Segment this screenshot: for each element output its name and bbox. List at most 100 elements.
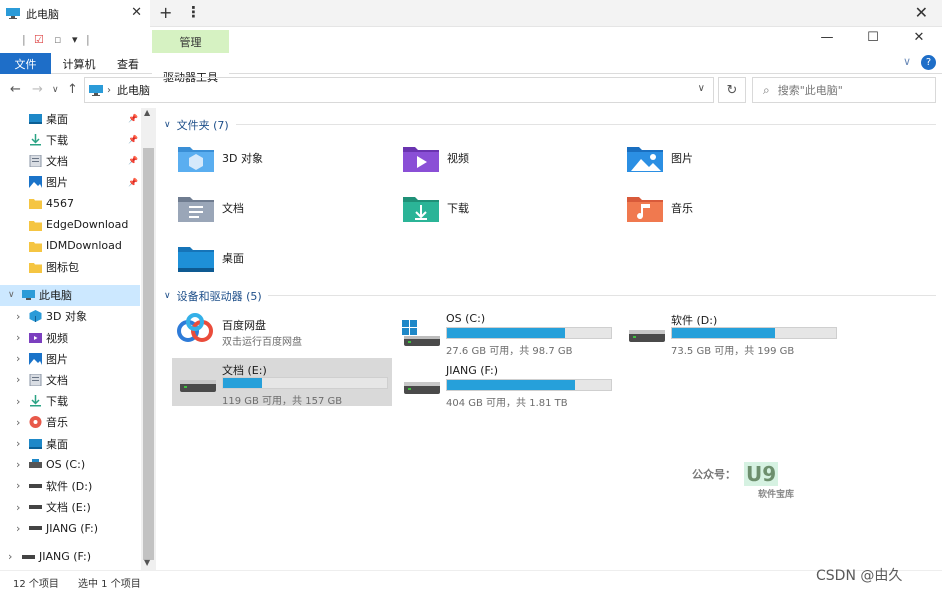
tab-this-pc[interactable]: 此电脑 ✕ (0, 0, 150, 27)
expand-chevron-icon[interactable]: › (16, 310, 20, 323)
folder-item-4[interactable]: 下载 (401, 188, 601, 228)
expand-ribbon-icon[interactable]: ∨ (903, 55, 911, 70)
documents-folder-icon (29, 373, 42, 386)
scroll-down-icon[interactable]: ▼ (144, 558, 150, 567)
address-dropdown-icon[interactable]: ∨ (698, 83, 705, 94)
folder-item-0[interactable]: 3D 对象 (176, 138, 376, 178)
recent-locations-button[interactable]: ∨ (52, 85, 59, 95)
nav-item-extra-drive[interactable]: › JIANG (F:) (0, 546, 140, 567)
nav-item-3[interactable]: 图片 📌 (0, 172, 140, 193)
devices-section-header[interactable]: ∨ 设备和驱动器 (5) (164, 288, 262, 304)
nav-item-label: 图标包 (46, 260, 79, 274)
desktop-folder-icon (29, 113, 42, 124)
folder-label: 下载 (447, 202, 469, 215)
nav-pc-child-1[interactable]: › 视频 (0, 327, 140, 348)
window-close-icon[interactable]: ✕ (915, 3, 928, 22)
expand-chevron-icon[interactable]: › (16, 373, 20, 386)
nav-item-2[interactable]: 文档 📌 (0, 150, 140, 171)
expand-chevron-icon[interactable]: ∨ (8, 290, 15, 300)
refresh-button[interactable]: ↻ (718, 77, 746, 103)
search-placeholder: 搜索"此电脑" (777, 84, 843, 97)
sidebar-scrollbar-thumb[interactable] (143, 148, 154, 560)
scroll-up-icon[interactable]: ▲ (144, 108, 150, 117)
baidu-netdisk-item[interactable]: 百度网盘 双击运行百度网盘 (172, 309, 392, 357)
drive-icon (29, 505, 42, 510)
folder-item-6[interactable]: 桌面 (176, 238, 376, 278)
expand-chevron-icon[interactable]: › (16, 331, 20, 344)
nav-item-7[interactable]: 图标包 (0, 256, 140, 277)
folder-item-1[interactable]: 视频 (401, 138, 601, 178)
3d-objects-icon (178, 147, 214, 172)
up-button[interactable]: ↑ (67, 82, 78, 97)
drive-item-2[interactable]: 文档 (E:) 119 GB 可用，共 157 GB (172, 358, 392, 407)
back-button[interactable]: ← (10, 82, 21, 97)
nav-pc-child-4[interactable]: › 下载 (0, 391, 140, 412)
drive-usage-fill (447, 380, 575, 390)
drive-icon (22, 554, 35, 559)
expand-chevron-icon[interactable]: › (16, 437, 20, 450)
3d-objects-icon (29, 310, 42, 323)
expand-chevron-icon[interactable]: › (8, 550, 12, 563)
expand-chevron-icon[interactable]: › (16, 458, 20, 471)
drive-item-0[interactable]: OS (C:) 27.6 GB 可用，共 98.7 GB (396, 308, 616, 357)
customize-toolbar-icon[interactable]: ▾ (72, 33, 78, 46)
new-tab-button[interactable]: + (159, 3, 172, 22)
nav-pc-child-6[interactable]: › 桌面 (0, 433, 140, 454)
new-folder-icon[interactable]: ▫ (54, 33, 61, 46)
expand-chevron-icon[interactable]: › (16, 416, 20, 429)
tab-view[interactable]: 查看 (110, 53, 146, 74)
nav-item-4[interactable]: 4567 (0, 193, 140, 214)
maximize-button[interactable]: ☐ (850, 30, 896, 52)
drive-icon-wrap (627, 320, 667, 353)
nav-item-this-pc[interactable]: ∨ 此电脑 (0, 284, 140, 306)
nav-item-5[interactable]: EdgeDownload (0, 214, 140, 235)
tab-computer[interactable]: 计算机 (56, 53, 102, 74)
drive-item-3[interactable]: JIANG (F:) 404 GB 可用，共 1.81 TB (396, 360, 616, 409)
nav-item-6[interactable]: IDMDownload (0, 235, 140, 256)
documents-folder-icon (29, 154, 42, 167)
tab-file[interactable]: 文件 (0, 53, 51, 74)
nav-pc-child-3[interactable]: › 文档 (0, 369, 140, 390)
folders-section-header[interactable]: ∨ 文件夹 (7) (164, 117, 229, 133)
drive-name: OS (C:) (446, 312, 486, 325)
drive-free-space: 404 GB 可用，共 1.81 TB (446, 398, 568, 409)
nav-pc-child-10[interactable]: › JIANG (F:) (0, 518, 140, 539)
address-bar[interactable]: › 此电脑 ∨ (84, 77, 714, 103)
tab-menu-icon[interactable]: ⋮ (186, 3, 201, 21)
drive-usage-bar (222, 377, 388, 389)
help-icon[interactable]: ? (921, 55, 936, 70)
nav-item-1[interactable]: 下载 📌 (0, 129, 140, 150)
minimize-button[interactable]: — (804, 30, 850, 52)
nav-item-0[interactable]: 桌面 📌 (0, 108, 140, 129)
pin-icon: 📌 (128, 177, 138, 187)
nav-pc-child-5[interactable]: › 音乐 (0, 412, 140, 433)
expand-chevron-icon[interactable]: › (16, 395, 20, 408)
nav-pc-child-7[interactable]: › OS (C:) (0, 454, 140, 475)
nav-pc-child-0[interactable]: › 3D 对象 (0, 306, 140, 327)
search-box[interactable]: ⌕ 搜索"此电脑" (752, 77, 936, 103)
close-button[interactable]: ✕ (896, 30, 942, 52)
expand-chevron-icon[interactable]: › (16, 501, 20, 514)
main-content: ∨ 文件夹 (7) 3D 对象 视频 图片文档 下载 音乐桌面 ∨ 设备和驱动器 (5)… (156, 108, 942, 570)
nav-item-label: JIANG (F:) (39, 550, 92, 563)
nav-item-label: 软件 (D:) (46, 479, 93, 493)
folder-item-5[interactable]: 音乐 (625, 188, 825, 228)
drive-name: 文档 (E:) (222, 364, 267, 377)
tab-close-icon[interactable]: ✕ (131, 5, 142, 20)
nav-pc-child-8[interactable]: › 软件 (D:) (0, 475, 140, 496)
breadcrumb-this-pc[interactable]: 此电脑 (117, 82, 150, 98)
windows-drive-icon (402, 320, 440, 346)
nav-pc-child-9[interactable]: › 文档 (E:) (0, 497, 140, 518)
nav-pc-child-2[interactable]: › 图片 (0, 348, 140, 369)
expand-chevron-icon[interactable]: › (16, 479, 20, 492)
drive-item-1[interactable]: 软件 (D:) 73.5 GB 可用，共 199 GB (621, 308, 841, 357)
forward-button[interactable]: → (32, 82, 43, 97)
folders-header-label: 文件夹 (7) (176, 119, 229, 132)
expand-chevron-icon[interactable]: › (16, 352, 20, 365)
folder-item-2[interactable]: 图片 (625, 138, 825, 178)
properties-icon[interactable]: ☑ (34, 33, 44, 46)
watermark-prefix: 公众号： (692, 468, 736, 481)
folder-item-3[interactable]: 文档 (176, 188, 376, 228)
expand-chevron-icon[interactable]: › (16, 522, 20, 535)
nav-item-label: 桌面 (46, 437, 68, 451)
